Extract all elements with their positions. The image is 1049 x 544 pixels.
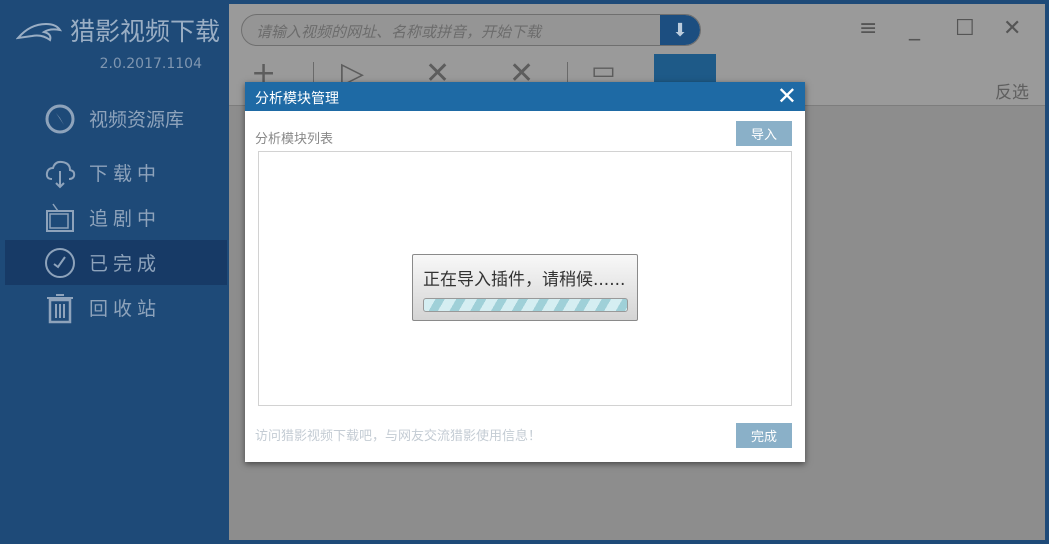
app-logo: 猎影视频下载 bbox=[16, 12, 220, 48]
forum-link[interactable]: 访问猎影视频下载吧，与网友交流猎影使用信息！ bbox=[255, 425, 541, 444]
minimize-button[interactable]: _ bbox=[909, 16, 920, 41]
close-window-button[interactable]: ✕ bbox=[1003, 16, 1021, 41]
app-title: 猎影视频下载 bbox=[70, 17, 221, 46]
module-manager-dialog: 分析模块管理 ✕ 分析模块列表 导入 正在导入插件，请稍候...... 访问猎影… bbox=[245, 82, 805, 462]
sidebar-item-recycle-bin[interactable]: 回收站 bbox=[5, 285, 227, 330]
sidebar-item-label: 视频资源库 bbox=[89, 109, 185, 131]
dialog-close-icon[interactable]: ✕ bbox=[777, 82, 797, 111]
cloud-download-icon bbox=[43, 156, 77, 190]
import-button[interactable]: 导入 bbox=[736, 121, 792, 146]
sidebar: 猎影视频下载 2.0.2017.1104 视频资源库 下载中 追剧中 已完成 回… bbox=[0, 0, 228, 544]
check-circle-icon bbox=[43, 246, 77, 280]
progress-bar bbox=[423, 298, 628, 312]
menu-icon[interactable]: ≡ bbox=[859, 16, 877, 41]
download-icon: ⬇ bbox=[672, 19, 688, 41]
busy-indicator: 正在导入插件，请稍候...... bbox=[412, 254, 638, 321]
done-button[interactable]: 完成 bbox=[736, 423, 792, 448]
hawk-logo-icon bbox=[16, 22, 62, 42]
compass-icon bbox=[43, 102, 77, 136]
search-input[interactable]: 请输入视频的网址、名称或拼音，开始下载 ⬇ bbox=[241, 14, 701, 46]
sidebar-item-following[interactable]: 追剧中 bbox=[5, 195, 227, 240]
search-placeholder: 请输入视频的网址、名称或拼音，开始下载 bbox=[256, 23, 542, 41]
tv-icon bbox=[43, 201, 77, 235]
dialog-titlebar: 分析模块管理 ✕ bbox=[245, 82, 805, 111]
module-list-label: 分析模块列表 bbox=[255, 132, 334, 147]
sidebar-item-downloading[interactable]: 下载中 bbox=[5, 150, 227, 195]
sidebar-item-completed[interactable]: 已完成 bbox=[5, 240, 227, 285]
sidebar-item-video-library[interactable]: 视频资源库 bbox=[5, 96, 227, 141]
busy-text: 正在导入插件，请稍候...... bbox=[423, 270, 626, 290]
sidebar-item-label: 已完成 bbox=[89, 253, 162, 275]
download-button[interactable]: ⬇ bbox=[660, 15, 700, 45]
module-button[interactable] bbox=[654, 54, 716, 84]
sidebar-item-label: 追剧中 bbox=[89, 208, 162, 230]
sidebar-item-label: 下载中 bbox=[89, 163, 162, 185]
trash-icon bbox=[43, 291, 77, 325]
app-version: 2.0.2017.1104 bbox=[99, 56, 202, 72]
maximize-button[interactable]: ☐ bbox=[955, 16, 975, 41]
sidebar-item-label: 回收站 bbox=[89, 298, 162, 320]
dialog-title: 分析模块管理 bbox=[255, 91, 339, 107]
invert-selection-button[interactable]: 反选 bbox=[995, 78, 1029, 103]
